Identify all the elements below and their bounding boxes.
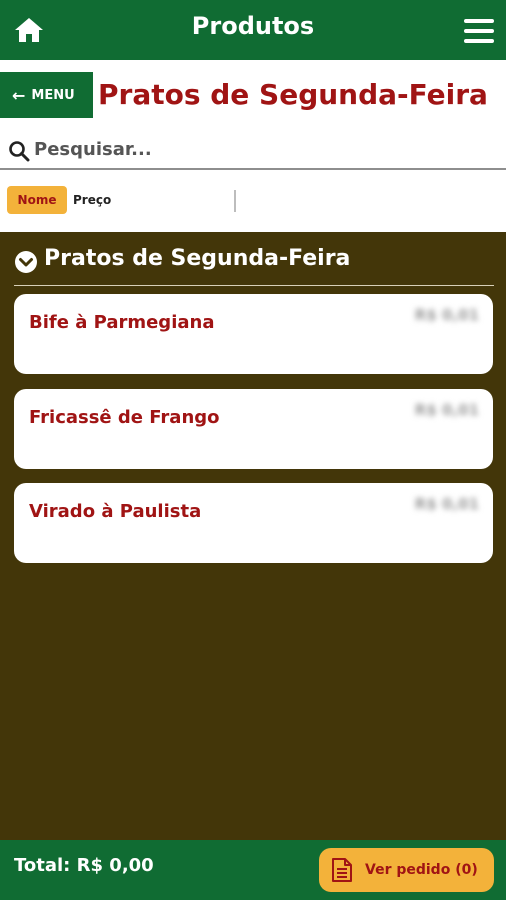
product-card[interactable]: Fricassê de Frango R$ 0,01 — [14, 389, 493, 469]
app-title: Produtos — [191, 12, 315, 40]
product-name: Bife à Parmegiana — [29, 312, 215, 333]
search-icon — [9, 141, 30, 162]
page-title: Pratos de Segunda-Feira — [98, 78, 488, 111]
search-input[interactable] — [34, 134, 494, 164]
search-bar — [0, 130, 506, 170]
product-name: Virado à Paulista — [29, 501, 202, 522]
sort-by-price-button[interactable]: Preço — [73, 186, 111, 214]
top-app-bar: Produtos — [0, 0, 506, 60]
arrow-left-icon: ← — [12, 85, 26, 105]
hamburger-icon[interactable] — [464, 19, 494, 43]
view-order-label: Ver pedido (0) — [365, 862, 478, 878]
divider — [234, 190, 236, 212]
section-title: Pratos de Segunda-Feira — [44, 246, 351, 271]
product-card[interactable]: Bife à Parmegiana R$ 0,01 — [14, 294, 493, 374]
chevron-down-circle-icon — [15, 251, 37, 273]
sort-by-name-button[interactable]: Nome — [7, 186, 67, 214]
document-icon — [332, 858, 352, 882]
back-to-menu-button[interactable]: ← MENU — [0, 72, 93, 118]
product-card[interactable]: Virado à Paulista R$ 0,01 — [14, 483, 493, 563]
view-order-button[interactable]: Ver pedido (0) — [319, 848, 494, 892]
product-price: R$ 0,01 — [414, 306, 479, 324]
product-name: Fricassê de Frango — [29, 407, 220, 428]
product-price: R$ 0,01 — [414, 495, 479, 513]
product-price: R$ 0,01 — [414, 401, 479, 419]
order-total: Total: R$ 0,00 — [14, 855, 154, 876]
section-header[interactable]: Pratos de Segunda-Feira — [14, 246, 494, 286]
menu-button-label: MENU — [31, 87, 75, 103]
